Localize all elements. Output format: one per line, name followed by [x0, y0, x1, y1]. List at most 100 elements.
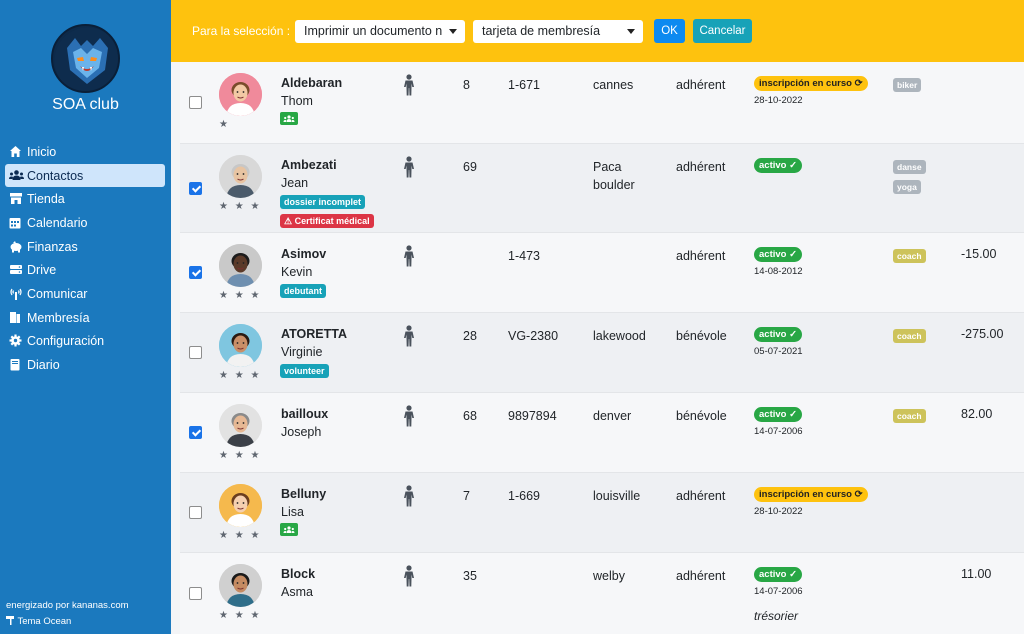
row-select-checkbox[interactable] — [189, 346, 202, 359]
sidebar-item-diario[interactable]: Diario — [5, 353, 165, 377]
contact-row[interactable]: ★ ★ ★ bailloux Joseph 68 9897894 denver bénévo… — [180, 393, 1024, 473]
row-select-checkbox[interactable] — [189, 587, 202, 600]
chevron-down-icon — [449, 29, 457, 34]
contact-last-name[interactable]: Asimov — [281, 247, 326, 261]
group-icon[interactable] — [280, 523, 298, 536]
row-select-checkbox[interactable] — [189, 96, 202, 109]
contact-city: welby — [593, 569, 625, 583]
membership-status-badge[interactable]: activo ✓ — [754, 327, 803, 342]
contact-row[interactable]: ★ Aldebaran Thom 8 1-671 cannes adhérent inscri… — [180, 62, 1024, 144]
rating-stars[interactable]: ★ ★ ★ — [219, 530, 261, 541]
avatar[interactable] — [219, 564, 262, 607]
contact-row[interactable]: ★ ★ ★ ATORETTA Virginie volunteer 28 VG-2380 l… — [180, 313, 1024, 393]
sidebar-item-contactos[interactable]: Contactos — [5, 163, 165, 188]
contact-tag[interactable]: dossier incomplet — [280, 195, 366, 209]
contact-first-name: Lisa — [281, 505, 304, 519]
rating-stars[interactable]: ★ — [219, 119, 230, 130]
contact-tag[interactable]: volunteer — [280, 364, 329, 378]
person-icon — [403, 565, 415, 587]
activity-tag[interactable]: danse — [893, 160, 926, 174]
sidebar-item-inicio[interactable]: Inicio — [5, 140, 165, 164]
rating-stars[interactable]: ★ ★ ★ — [219, 201, 261, 212]
person-icon — [403, 74, 415, 96]
powered-by[interactable]: energizado por kananas.com — [6, 598, 129, 614]
contact-tag[interactable]: debutant — [280, 284, 326, 298]
contact-tags: volunteer — [280, 363, 329, 382]
membership-status-badge[interactable]: activo ✓ — [754, 247, 803, 262]
membership-status-badge[interactable]: activo ✓ — [754, 158, 803, 173]
contact-row[interactable]: ★ ★ ★ Belluny Lisa 7 1-669 louisville adhérent… — [180, 473, 1024, 553]
sidebar-item-configuracion[interactable]: Configuración — [5, 330, 165, 354]
sidebar-item-drive[interactable]: Drive — [5, 258, 165, 282]
contact-last-name[interactable]: ATORETTA — [281, 327, 347, 341]
document-select[interactable]: tarjeta de membresía — [473, 20, 643, 43]
row-select-checkbox[interactable] — [189, 506, 202, 519]
club-name: SOA club — [52, 96, 119, 113]
activity-tag[interactable]: coach — [893, 249, 926, 263]
avatar[interactable] — [219, 155, 262, 198]
cancel-button[interactable]: Cancelar — [693, 19, 752, 43]
contact-last-name[interactable]: Block — [281, 567, 315, 581]
contact-age: 8 — [463, 78, 470, 92]
avatar[interactable] — [219, 324, 262, 367]
sidebar-item-finanzas[interactable]: Finanzas — [5, 235, 165, 259]
contact-age: 35 — [463, 569, 477, 583]
membership-status-badge[interactable]: activo ✓ — [754, 407, 803, 422]
contact-row[interactable]: ★ ★ ★ Block Asma 35 welby adhérent activo ✓ 14-… — [180, 553, 1024, 634]
contact-last-name[interactable]: Aldebaran — [281, 76, 342, 90]
contact-row[interactable]: ★ ★ ★ Ambezati Jean dossier incomplet ⚠ Cert… — [180, 144, 1024, 233]
contact-last-name[interactable]: Ambezati — [281, 158, 337, 172]
membership-status-badge[interactable]: inscripción en curso ⟳ — [754, 487, 868, 502]
avatar[interactable] — [219, 244, 262, 287]
rating-stars[interactable]: ★ ★ ★ — [219, 370, 261, 381]
sidebar-item-label: Diario — [27, 358, 60, 373]
broadcast-icon — [9, 287, 23, 301]
contact-city: cannes — [593, 78, 634, 92]
theme-selector[interactable]: Tema Ocean — [6, 614, 129, 630]
person-icon — [403, 156, 415, 178]
membership-status-label: activo ✓ — [759, 329, 798, 340]
membership-icon — [9, 311, 23, 325]
sidebar-item-membresia[interactable]: Membresía — [5, 306, 165, 330]
action-select-value: Imprimir un documento n — [304, 24, 443, 38]
avatar[interactable] — [219, 484, 262, 527]
club-logo[interactable] — [51, 24, 120, 93]
sidebar-item-tienda[interactable]: Tienda — [5, 187, 165, 211]
contact-last-name[interactable]: Belluny — [281, 487, 326, 501]
contact-tags: dossier incomplet ⚠ Certificat médical — [280, 194, 374, 232]
row-select-checkbox[interactable] — [189, 426, 202, 439]
person-icon — [403, 325, 415, 347]
rating-stars[interactable]: ★ ★ ★ — [219, 610, 261, 621]
balance-amount: 11.00 — [961, 567, 992, 581]
membership-status-badge[interactable]: activo ✓ — [754, 567, 803, 582]
activity-tag[interactable]: coach — [893, 409, 926, 423]
sidebar-item-calendario[interactable]: Calendario — [5, 211, 165, 235]
contact-last-name[interactable]: bailloux — [281, 407, 328, 421]
selection-label: Para la selección : — [192, 24, 291, 38]
avatar[interactable] — [219, 404, 262, 447]
rating-stars[interactable]: ★ ★ ★ — [219, 290, 261, 301]
rating-stars[interactable]: ★ ★ ★ — [219, 450, 261, 461]
row-select-checkbox[interactable] — [189, 266, 202, 279]
sidebar-item-comunicar[interactable]: Comunicar — [5, 282, 165, 306]
contact-tag[interactable]: ⚠ Certificat médical — [280, 214, 374, 228]
theme-label: Tema Ocean — [17, 616, 72, 627]
calendar-icon — [9, 216, 23, 230]
group-icon[interactable] — [280, 112, 298, 125]
activity-tag[interactable]: biker — [893, 78, 922, 92]
membership-status-label: activo ✓ — [759, 249, 798, 260]
contact-first-name: Joseph — [281, 425, 322, 439]
contact-row[interactable]: ★ ★ ★ Asimov Kevin debutant 1-473 adhérent act… — [180, 233, 1024, 313]
membership-status-label: activo ✓ — [759, 569, 798, 580]
activity-tag[interactable]: yoga — [893, 180, 921, 194]
ok-button[interactable]: OK — [654, 19, 685, 43]
contact-role: adhérent — [676, 569, 726, 583]
sidebar-item-label: Inicio — [27, 144, 57, 159]
avatar[interactable] — [219, 73, 262, 116]
contact-tags — [280, 112, 298, 129]
membership-status-badge[interactable]: inscripción en curso ⟳ — [754, 76, 868, 91]
action-select[interactable]: Imprimir un documento n — [295, 20, 465, 43]
row-select-checkbox[interactable] — [189, 181, 202, 195]
sidebar-footer: energizado por kananas.com Tema Ocean — [6, 598, 129, 630]
activity-tag[interactable]: coach — [893, 329, 926, 343]
